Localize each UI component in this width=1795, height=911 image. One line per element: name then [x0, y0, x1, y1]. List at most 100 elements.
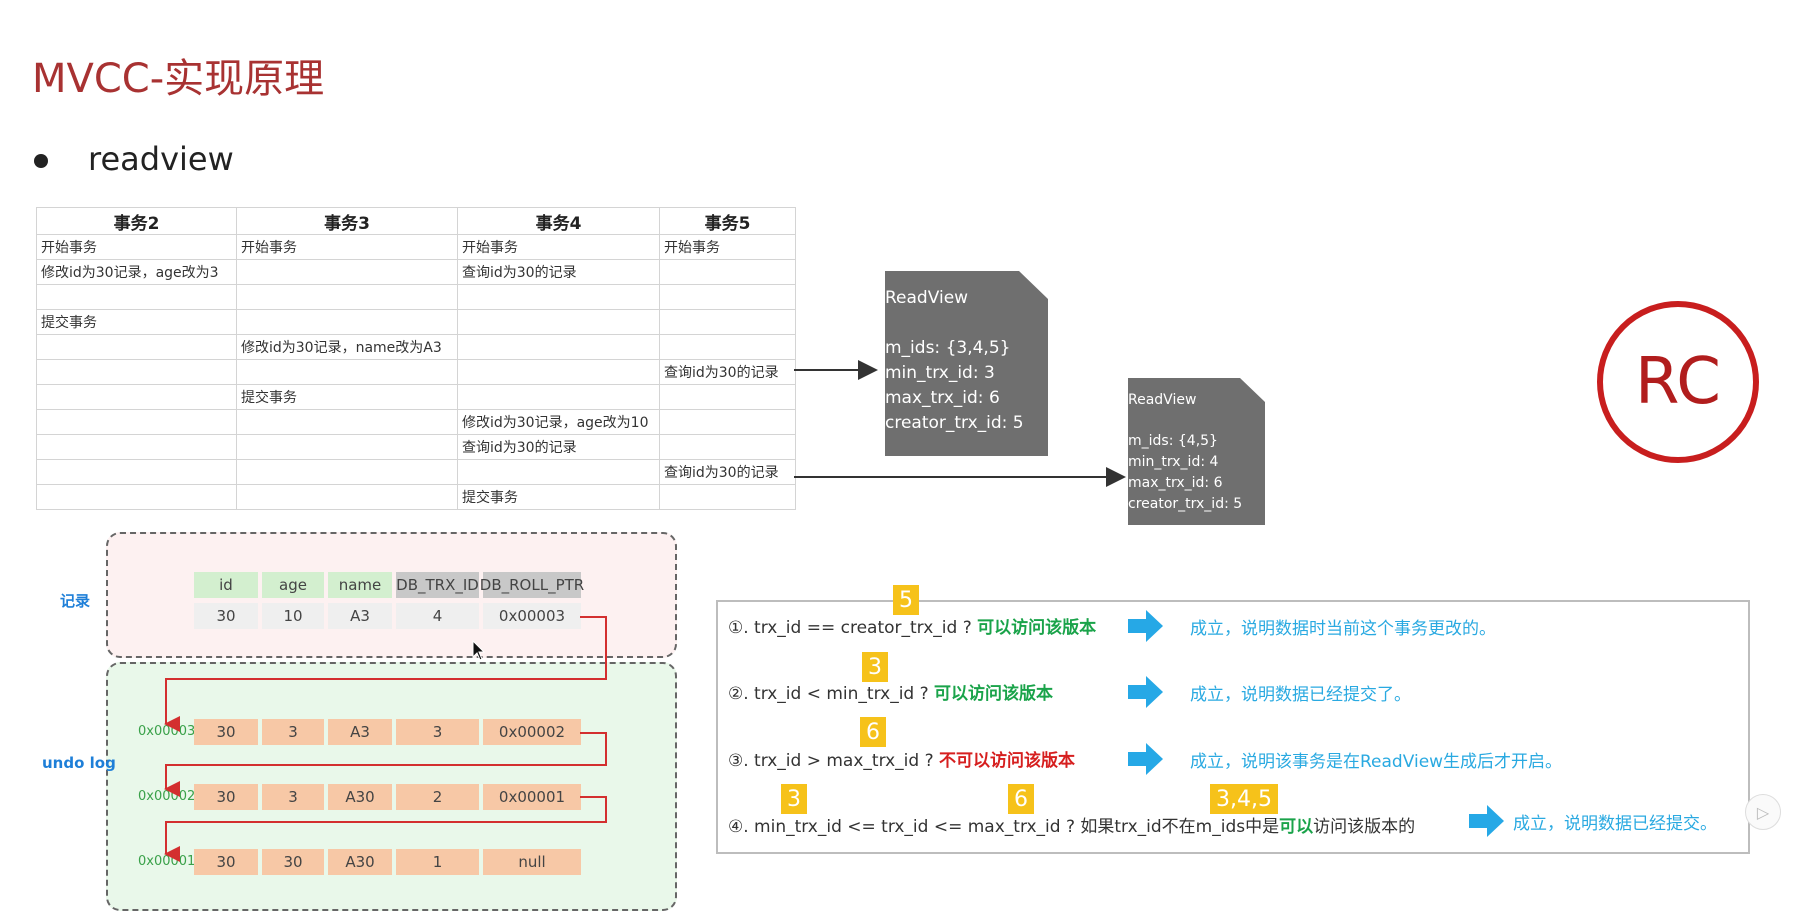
badge-cond4-b: 6 — [1008, 784, 1034, 814]
record-header-cell: name — [328, 572, 392, 598]
tx-table-cell: 提交事务 — [236, 384, 458, 410]
badge-cond3: 6 — [860, 717, 886, 747]
result-1: 成立，说明数据时当前这个事务更改的。 — [1190, 619, 1496, 639]
tx-table-row: 查询id为30的记录 — [36, 434, 796, 460]
badge-cond1: 5 — [893, 585, 919, 615]
undo-log-label: undo log — [42, 754, 116, 772]
header-tx3: 事务3 — [236, 207, 458, 235]
tx-table-cell: 修改id为30记录，name改为A3 — [236, 334, 458, 360]
readview-1: ReadView m_ids: {3,4,5} min_trx_id: 3 ma… — [885, 271, 1048, 456]
tx-table-cell: 开始事务 — [236, 234, 458, 260]
tx-table-cell — [659, 284, 796, 310]
tx-table-cell — [36, 459, 237, 485]
tx-table-cell — [36, 384, 237, 410]
tx-table-cell — [659, 484, 796, 510]
arrow-right-icon — [1128, 676, 1163, 708]
header-tx2: 事务2 — [36, 207, 237, 235]
tx-table-cell: 修改id为30记录，age改为10 — [457, 409, 660, 435]
tx-table-cell — [236, 484, 458, 510]
readview-2-min: min_trx_id: 4 — [1128, 454, 1219, 470]
tx-table-cell: 提交事务 — [457, 484, 660, 510]
tx-table-cell: 查询id为30的记录 — [659, 359, 796, 385]
bullet-text: readview — [88, 140, 234, 178]
arrow-right-icon — [1128, 610, 1163, 642]
tx-table-cell: 查询id为30的记录 — [457, 259, 660, 285]
tx-table-cell — [236, 309, 458, 335]
tx-table-cell — [236, 434, 458, 460]
condition-4: ④. min_trx_id <= trx_id <= max_trx_id ? … — [728, 817, 1416, 837]
tx-table-row: 查询id为30的记录 — [36, 359, 796, 385]
result-3: 成立，说明该事务是在ReadView生成后才开启。 — [1190, 752, 1563, 772]
tx-table-row: 提交事务 — [36, 484, 796, 510]
tx-table-cell — [236, 259, 458, 285]
arrow-right-icon — [1469, 805, 1504, 837]
tx-table-cell — [659, 309, 796, 335]
tx-table-cell — [659, 434, 796, 460]
tx-table-row: 修改id为30记录，name改为A3 — [36, 334, 796, 360]
tx-table-cell: 开始事务 — [457, 234, 660, 260]
tx-table-cell — [36, 434, 237, 460]
tx-table-cell — [457, 359, 660, 385]
header-tx4: 事务4 — [457, 207, 660, 235]
readview-1-title: ReadView — [885, 288, 969, 308]
badge-cond2: 3 — [862, 652, 888, 682]
tx-table-cell — [36, 334, 237, 360]
tx-table-cell — [36, 284, 237, 310]
mouse-cursor-icon — [472, 640, 486, 661]
record-header-cell: DB_TRX_ID — [396, 572, 479, 598]
tx-table-cell — [236, 409, 458, 435]
result-4: 成立，说明数据已经提交。 — [1513, 814, 1717, 834]
play-icon[interactable]: ▷ — [1745, 794, 1781, 830]
tx-table-cell — [36, 409, 237, 435]
tx-table-row: 开始事务 开始事务 开始事务 开始事务 — [36, 234, 796, 260]
tx-table-row — [36, 284, 796, 310]
tx-table-row: 修改id为30记录，age改为3 查询id为30的记录 — [36, 259, 796, 285]
tx-table-cell — [36, 359, 237, 385]
condition-3: ③. trx_id > max_trx_id ? 不可以访问该版本 — [728, 751, 1076, 771]
tx-table-cell — [659, 259, 796, 285]
roll-ptr-arrow-3 — [164, 796, 607, 862]
record-header-cell: age — [262, 572, 324, 598]
arrow-right-icon — [1128, 743, 1163, 775]
tx-table-cell — [659, 334, 796, 360]
condition-1: ①. trx_id == creator_trx_id ? 可以访问该版本 — [728, 618, 1097, 638]
roll-ptr-arrow-2 — [164, 732, 607, 797]
readview-2-max: max_trx_id: 6 — [1128, 475, 1223, 491]
readview-1-mids: m_ids: {3,4,5} — [885, 338, 1011, 358]
tx-table-cell — [457, 459, 660, 485]
tx-table-cell — [457, 284, 660, 310]
readview-2: ReadView m_ids: {4,5} min_trx_id: 4 max_… — [1128, 378, 1265, 525]
bullet-dot — [34, 154, 48, 168]
tx-table-cell: 开始事务 — [659, 234, 796, 260]
tx-table-cell — [236, 459, 458, 485]
condition-2: ②. trx_id < min_trx_id ? 可以访问该版本 — [728, 684, 1054, 704]
tx-table-row: 修改id为30记录，age改为10 — [36, 409, 796, 435]
record-label: 记录 — [60, 592, 91, 610]
tx-table-cell — [457, 384, 660, 410]
tx-table-cell: 开始事务 — [36, 234, 237, 260]
readview-1-creator: creator_trx_id: 5 — [885, 413, 1024, 433]
tx-table-cell — [457, 334, 660, 360]
tx-table-cell: 修改id为30记录，age改为3 — [36, 259, 237, 285]
roll-ptr-arrow-1 — [164, 616, 607, 732]
tx-table-cell: 查询id为30的记录 — [659, 459, 796, 485]
badge-cond4-a: 3 — [781, 784, 807, 814]
transaction-table: 事务2 事务3 事务4 事务5 开始事务 开始事务 开始事务 开始事务 修改id为30记… — [36, 207, 796, 510]
tx-table-cell — [457, 309, 660, 335]
readview-2-creator: creator_trx_id: 5 — [1128, 496, 1243, 512]
tx-table-cell — [36, 484, 237, 510]
rc-badge: RC — [1597, 301, 1759, 463]
tx-table-cell — [236, 284, 458, 310]
record-header-cell: DB_ROLL_PTR — [480, 572, 584, 598]
transaction-table-body: 开始事务 开始事务 开始事务 开始事务 修改id为30记录，age改为3 查询id为30的… — [36, 234, 796, 510]
tx-table-cell: 提交事务 — [36, 309, 237, 335]
roll-pointer-arrows — [164, 616, 607, 862]
badge-cond4-c: 3,4,5 — [1210, 784, 1278, 814]
readview-2-mids: m_ids: {4,5} — [1128, 433, 1218, 449]
tx-table-cell — [236, 359, 458, 385]
readview-1-min: min_trx_id: 3 — [885, 363, 995, 383]
tx-table-row: 提交事务 — [36, 384, 796, 410]
tx-table-row: 提交事务 — [36, 309, 796, 335]
readview-1-max: max_trx_id: 6 — [885, 388, 1000, 408]
header-tx5: 事务5 — [659, 207, 796, 235]
